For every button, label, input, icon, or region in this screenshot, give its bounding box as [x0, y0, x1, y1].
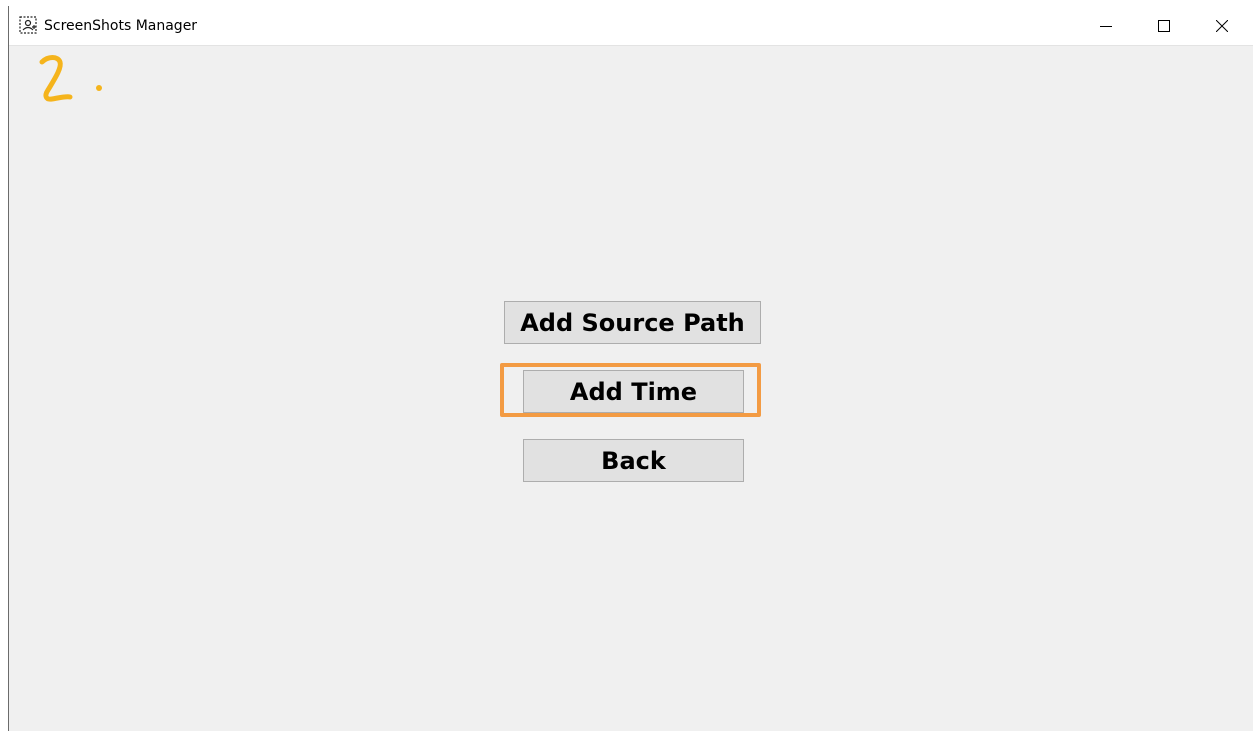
add-time-button[interactable]: Add Time	[523, 370, 744, 413]
minimize-button[interactable]	[1077, 6, 1135, 46]
window-title: ScreenShots Manager	[44, 18, 198, 34]
close-icon	[1216, 20, 1228, 32]
add-source-path-button[interactable]: Add Source Path	[504, 301, 761, 344]
minimize-icon	[1100, 26, 1112, 27]
screenshot-app-icon	[19, 16, 37, 34]
app-window: ScreenShots Manager Add Source Path Add …	[8, 6, 1253, 731]
title-bar[interactable]: ScreenShots Manager	[9, 6, 1253, 46]
back-button[interactable]: Back	[523, 439, 744, 482]
close-button[interactable]	[1193, 6, 1251, 46]
handwritten-step-annotation	[39, 55, 102, 102]
maximize-icon	[1158, 20, 1170, 32]
maximize-button[interactable]	[1135, 6, 1193, 46]
